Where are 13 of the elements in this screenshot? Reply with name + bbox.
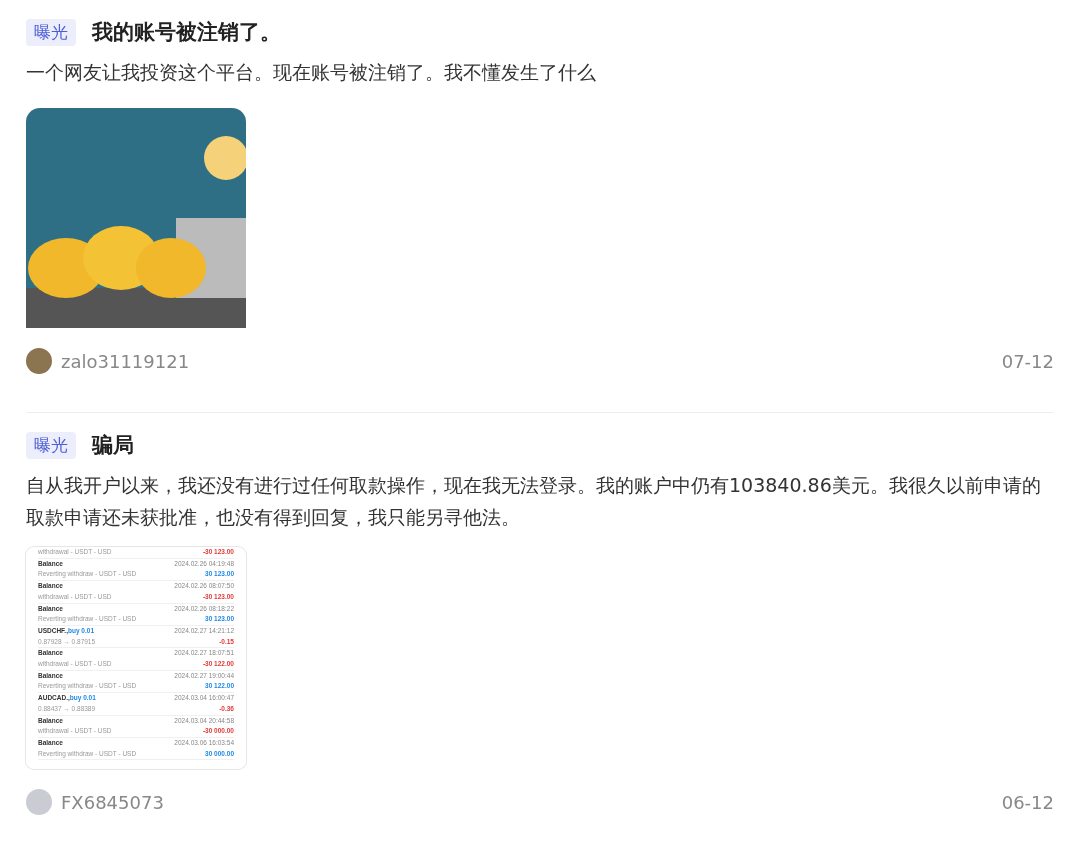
post-body: 自从我开户以来，我还没有进行过任何取款操作，现在我无法登录。我的账户中仍有103840.86美元。我很久以前申请的取款申请还未获批准，也没有得到回复，我只能另寻他法。	[26, 473, 1042, 530]
category-tag: 曝光	[26, 431, 76, 459]
post-title[interactable]: 我的账号被注销了。	[92, 18, 281, 46]
illustration-placeholder[interactable]	[26, 108, 246, 328]
category-tag: 曝光	[26, 18, 76, 46]
author-name[interactable]: FX6845073	[61, 791, 164, 813]
author-name[interactable]: zalo31119121	[61, 350, 190, 372]
avatar[interactable]	[26, 348, 52, 374]
post-date: 07-12	[1001, 350, 1054, 372]
post-title[interactable]: 骗局	[92, 431, 134, 459]
post-body: 一个网友让我投资这个平台。现在账号被注销了。我不懂发生了什么	[26, 60, 597, 85]
transaction-screenshot[interactable]	[26, 547, 246, 769]
post-date: 06-12	[1001, 791, 1054, 813]
